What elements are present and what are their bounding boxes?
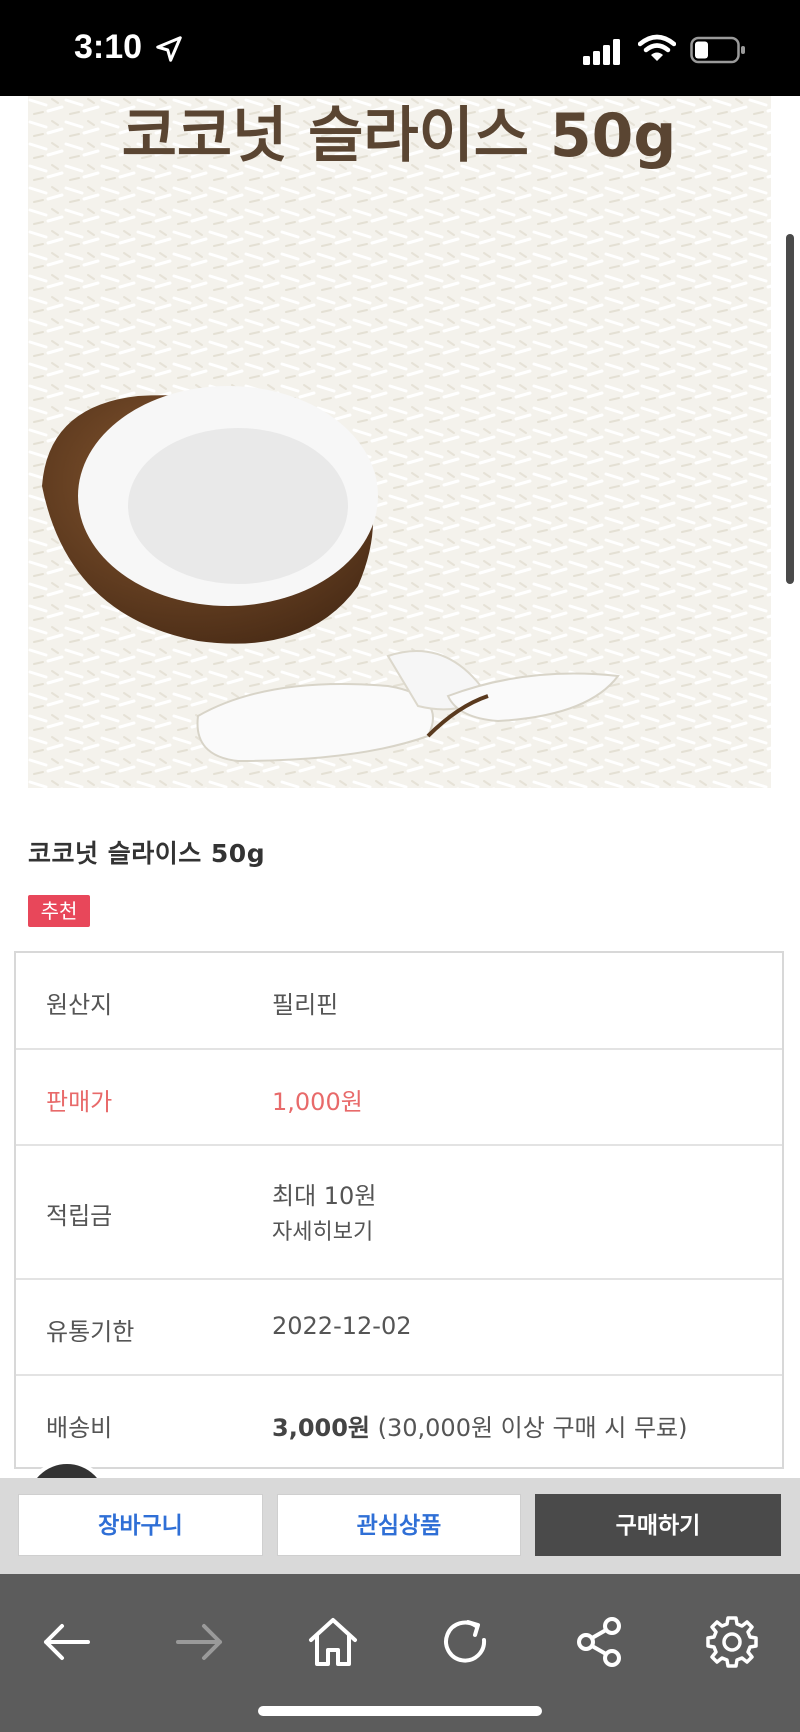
product-image: 코코넛 슬라이스 50g xyxy=(28,96,771,788)
cellular-signal-icon xyxy=(583,39,620,65)
info-row-expiry: 유통기한 2022-12-02 xyxy=(16,1280,782,1376)
battery-icon xyxy=(690,36,745,64)
points-detail-link[interactable]: 자세히보기 xyxy=(272,1214,373,1246)
recommend-badge: 추천 xyxy=(28,895,90,927)
price-label: 판매가 xyxy=(46,1088,113,1116)
product-info-table: 원산지 필리핀 판매가 1,000원 적립금 최대 10원 자세히보기 유통기한… xyxy=(14,951,784,1469)
points-label: 적립금 xyxy=(46,1202,113,1230)
share-icon[interactable] xyxy=(572,1614,628,1670)
origin-value: 필리핀 xyxy=(272,991,339,1019)
wishlist-button[interactable]: 관심상품 xyxy=(277,1494,521,1556)
shipping-fee: 3,000원 xyxy=(272,1414,370,1442)
status-bar: 3:10 xyxy=(0,0,800,96)
image-heading-text: 코코넛 슬라이스 50g xyxy=(122,101,677,171)
back-arrow-icon[interactable] xyxy=(38,1614,94,1670)
status-time: 3:10 xyxy=(74,28,143,66)
origin-label: 원산지 xyxy=(46,991,113,1019)
location-arrow-icon xyxy=(156,36,182,62)
purchase-action-bar: 장바구니 관심상품 구매하기 xyxy=(0,1478,800,1574)
info-row-shipping: 배송비 3,000원 (30,000원 이상 구매 시 무료) xyxy=(16,1376,782,1467)
buy-button[interactable]: 구매하기 xyxy=(535,1494,781,1556)
refresh-icon[interactable] xyxy=(438,1614,494,1670)
shipping-note: (30,000원 이상 구매 시 무료) xyxy=(370,1414,688,1442)
home-indicator-bar[interactable] xyxy=(258,1706,542,1716)
shipping-value: 3,000원 (30,000원 이상 구매 시 무료) xyxy=(272,1408,688,1443)
points-value: 최대 10원 xyxy=(272,1182,377,1210)
product-name: 코코넛 슬라이스 50g xyxy=(28,839,266,868)
expiry-value: 2022-12-02 xyxy=(272,1312,412,1340)
home-icon[interactable] xyxy=(305,1614,361,1670)
price-value: 1,000원 xyxy=(272,1088,363,1116)
wifi-icon xyxy=(638,34,676,61)
shipping-label: 배송비 xyxy=(46,1414,113,1442)
forward-arrow-icon[interactable] xyxy=(172,1614,228,1670)
info-row-points: 적립금 최대 10원 자세히보기 xyxy=(16,1146,782,1280)
cart-button[interactable]: 장바구니 xyxy=(18,1494,263,1556)
info-row-price: 판매가 1,000원 xyxy=(16,1050,782,1146)
scroll-indicator[interactable] xyxy=(786,234,794,584)
settings-gear-icon[interactable] xyxy=(704,1614,760,1670)
expiry-label: 유통기한 xyxy=(46,1318,135,1346)
browser-bottom-nav xyxy=(0,1574,800,1732)
info-row-origin: 원산지 필리핀 xyxy=(16,953,782,1050)
